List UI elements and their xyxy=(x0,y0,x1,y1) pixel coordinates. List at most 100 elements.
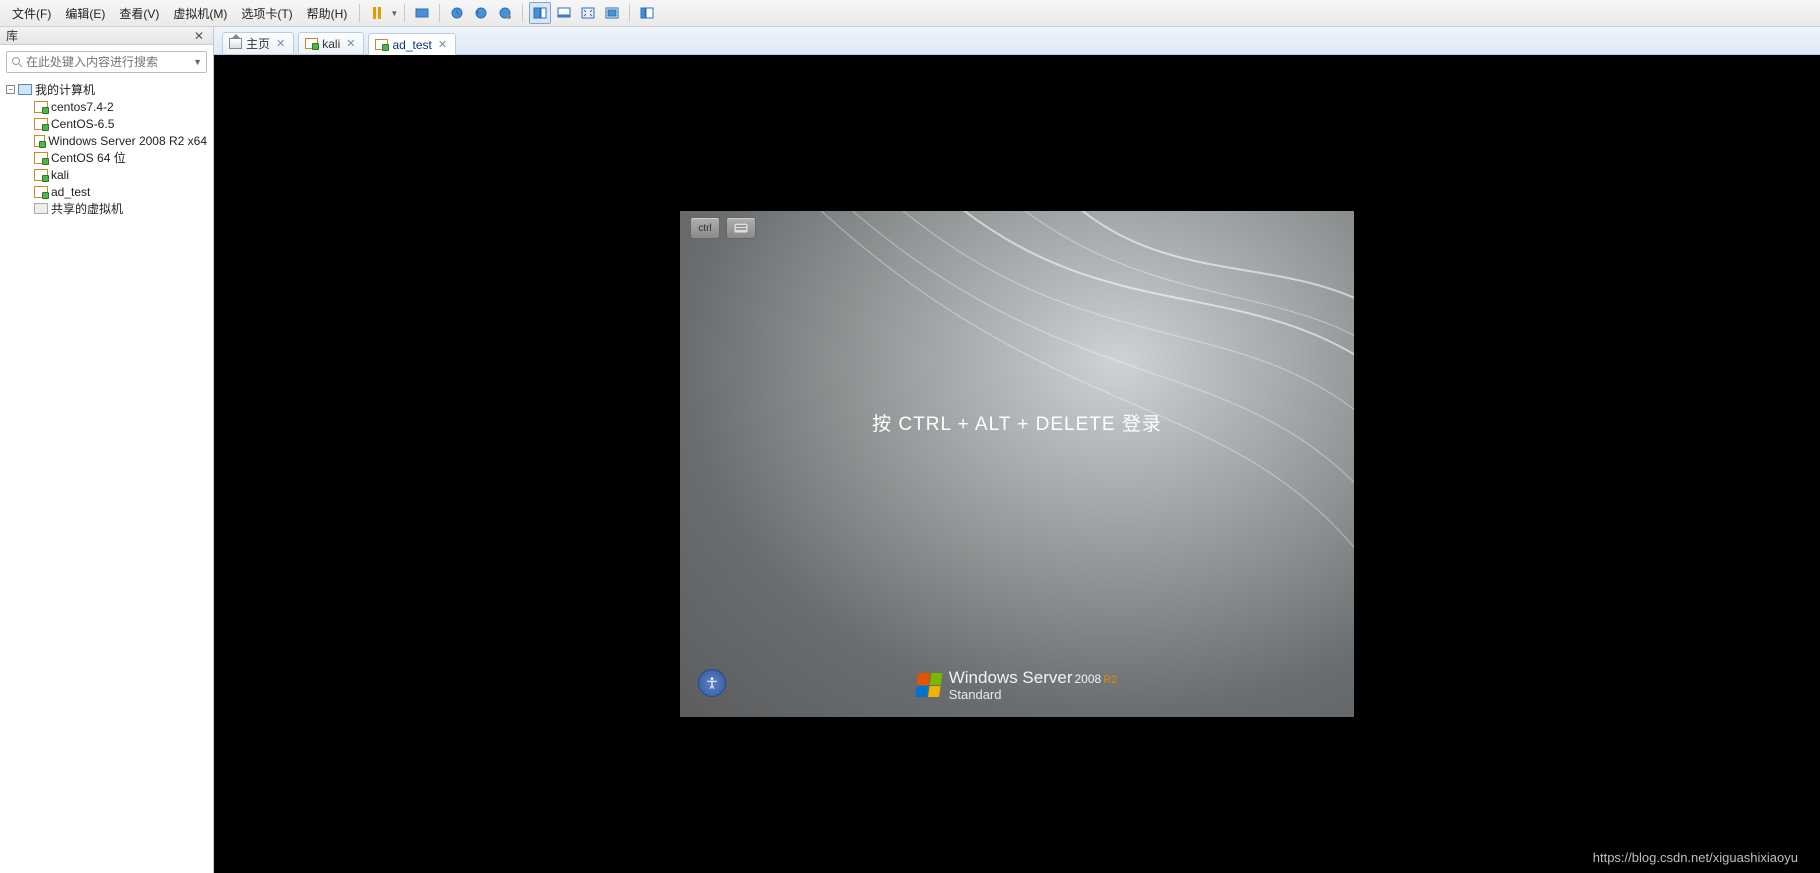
computer-icon xyxy=(18,84,32,95)
vm-icon xyxy=(34,135,45,147)
fullscreen-button[interactable] xyxy=(601,2,623,24)
tree-vm-item[interactable]: ad_test xyxy=(6,183,207,200)
pause-dropdown[interactable]: ▼ xyxy=(390,9,398,18)
menu-view[interactable]: 查看(V) xyxy=(113,2,165,25)
tree-vm-item[interactable]: Windows Server 2008 R2 x64 xyxy=(6,132,207,149)
brand-r2: R2 xyxy=(1103,674,1117,686)
clock-back-icon xyxy=(474,6,488,20)
tab-close-button[interactable]: ✕ xyxy=(436,38,449,51)
shared-icon xyxy=(34,203,48,214)
tab-label: 主页 xyxy=(246,35,270,52)
tab-label: ad_test xyxy=(392,38,431,52)
vm-icon xyxy=(34,152,48,164)
tree-vm-label: centos7.4-2 xyxy=(51,100,114,114)
thumbnail-icon xyxy=(533,6,547,20)
tab-strip: 主页 ✕ kali ✕ ad_test ✕ xyxy=(214,27,1820,55)
tree-vm-item[interactable]: centos7.4-2 xyxy=(6,98,207,115)
snapshot-manage-button[interactable] xyxy=(494,2,516,24)
separator xyxy=(359,4,360,22)
menu-bar: 文件(F) 编辑(E) 查看(V) 虚拟机(M) 选项卡(T) 帮助(H) ▼ xyxy=(0,0,1820,27)
separator xyxy=(629,4,630,22)
ease-of-access-button[interactable] xyxy=(698,669,726,697)
vm-icon xyxy=(305,38,318,49)
login-prompt: 按 CTRL + ALT + DELETE 登录 xyxy=(680,409,1354,436)
separator xyxy=(522,4,523,22)
home-icon xyxy=(229,38,242,49)
menu-tabs[interactable]: 选项卡(T) xyxy=(235,2,298,25)
sidebar-close-button[interactable]: ✕ xyxy=(191,29,207,43)
library-icon xyxy=(640,6,654,20)
tab-home[interactable]: 主页 ✕ xyxy=(222,32,294,54)
brand-product: Windows Server xyxy=(949,668,1073,687)
stretch-icon xyxy=(581,6,595,20)
watermark: https://blog.csdn.net/xiguashixiaoyu xyxy=(1593,850,1798,865)
keyboard-icon xyxy=(734,223,748,233)
menu-file[interactable]: 文件(F) xyxy=(6,2,57,25)
content-area: 主页 ✕ kali ✕ ad_test ✕ xyxy=(214,27,1820,873)
fullscreen-icon xyxy=(605,6,619,20)
pause-icon xyxy=(373,7,381,19)
tab-kali[interactable]: kali ✕ xyxy=(298,32,364,54)
tree-vm-item[interactable]: CentOS 64 位 xyxy=(6,149,207,166)
tree-vm-label: CentOS 64 位 xyxy=(51,149,126,166)
vm-icon xyxy=(34,101,48,113)
ease-of-access-icon xyxy=(705,676,719,690)
guest-keyboard-button[interactable] xyxy=(726,217,756,239)
vm-icon xyxy=(375,39,388,50)
search-dropdown-icon[interactable]: ▼ xyxy=(193,57,202,67)
thumbnail-button[interactable] xyxy=(529,2,551,24)
tab-ad-test[interactable]: ad_test ✕ xyxy=(368,33,456,55)
library-sidebar: 库 ✕ ▼ − 我的计算机 centos7.4-2 CentOS-6.5 Win… xyxy=(0,27,214,873)
brand-year: 2008 xyxy=(1075,672,1102,686)
separator xyxy=(404,4,405,22)
vm-icon xyxy=(34,186,48,198)
tree-vm-label: ad_test xyxy=(51,185,90,199)
collapse-icon[interactable]: − xyxy=(6,85,15,94)
menu-edit[interactable]: 编辑(E) xyxy=(59,2,111,25)
sidebar-title: 库 xyxy=(6,27,18,44)
vm-tree: − 我的计算机 centos7.4-2 CentOS-6.5 Windows S… xyxy=(0,79,213,219)
tree-shared-label: 共享的虚拟机 xyxy=(51,200,123,217)
sidebar-header: 库 ✕ xyxy=(0,27,213,45)
snapshot-take-button[interactable] xyxy=(446,2,468,24)
tree-shared-vms[interactable]: 共享的虚拟机 xyxy=(6,200,207,217)
guest-lang-button[interactable]: ctrl xyxy=(690,217,720,239)
guest-toolbar: ctrl xyxy=(690,217,756,239)
tab-close-button[interactable]: ✕ xyxy=(274,37,287,50)
library-toggle-button[interactable] xyxy=(636,2,658,24)
brand-main-line: Windows Server2008R2 xyxy=(949,669,1118,686)
menu-vm[interactable]: 虚拟机(M) xyxy=(167,2,233,25)
guest-screen[interactable]: ctrl 按 CTRL + ALT + DELETE 登录 Windows Se… xyxy=(680,211,1354,717)
search-icon xyxy=(11,56,23,68)
snapshot-revert-button[interactable] xyxy=(470,2,492,24)
tree-vm-label: kali xyxy=(51,168,69,182)
tree-root-label: 我的计算机 xyxy=(35,81,95,98)
search-input[interactable] xyxy=(26,55,193,69)
tree-vm-item[interactable]: CentOS-6.5 xyxy=(6,115,207,132)
send-cad-button[interactable] xyxy=(411,2,433,24)
os-branding: Windows Server2008R2 Standard xyxy=(917,669,1118,701)
console-button[interactable] xyxy=(553,2,575,24)
tree-vm-label: CentOS-6.5 xyxy=(51,117,114,131)
pause-button[interactable] xyxy=(366,2,388,24)
keyboard-icon xyxy=(415,6,429,20)
tab-close-button[interactable]: ✕ xyxy=(344,37,357,50)
tree-root-mycomputer[interactable]: − 我的计算机 xyxy=(6,81,207,98)
vm-icon xyxy=(34,169,48,181)
clock-gear-icon xyxy=(498,6,512,20)
tab-label: kali xyxy=(322,37,340,51)
vm-display-area[interactable]: ctrl 按 CTRL + ALT + DELETE 登录 Windows Se… xyxy=(214,55,1820,873)
clock-icon xyxy=(450,6,464,20)
brand-edition: Standard xyxy=(949,688,1118,701)
vm-icon xyxy=(34,118,48,130)
background-swoosh xyxy=(680,211,1354,717)
console-icon xyxy=(557,6,571,20)
tree-vm-label: Windows Server 2008 R2 x64 xyxy=(48,134,207,148)
workspace: 库 ✕ ▼ − 我的计算机 centos7.4-2 CentOS-6.5 Win… xyxy=(0,27,1820,873)
search-box[interactable]: ▼ xyxy=(6,51,207,73)
stretch-button[interactable] xyxy=(577,2,599,24)
windows-logo-icon xyxy=(915,673,942,697)
menu-help[interactable]: 帮助(H) xyxy=(301,2,354,25)
tree-vm-item[interactable]: kali xyxy=(6,166,207,183)
separator xyxy=(439,4,440,22)
